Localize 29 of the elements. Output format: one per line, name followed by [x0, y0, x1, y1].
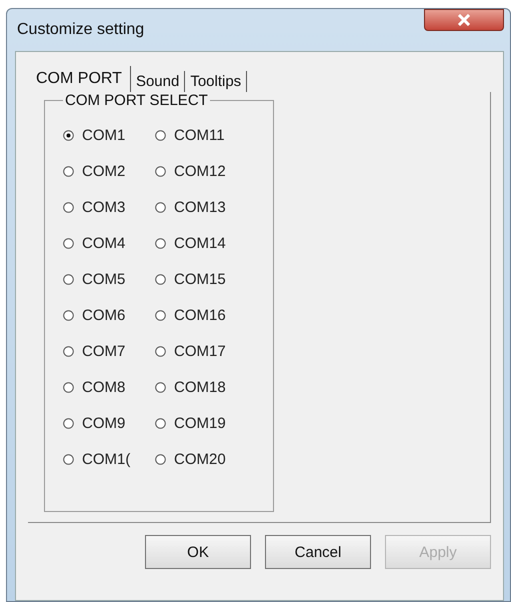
radio-button[interactable]: COM5	[63, 261, 155, 297]
tab[interactable]: Tooltips	[185, 71, 248, 92]
radio-button[interactable]: COM11	[155, 117, 255, 153]
radio-button[interactable]: COM1(	[63, 441, 155, 477]
radio-button[interactable]: COM17	[155, 333, 255, 369]
dialog-button[interactable]: OK	[145, 535, 251, 569]
radio-button[interactable]: COM8	[63, 369, 155, 405]
radio-button[interactable]: COM18	[155, 369, 255, 405]
close-icon	[457, 14, 471, 26]
radio-button[interactable]: COM1	[63, 117, 155, 153]
tab[interactable]: COM PORT	[28, 66, 131, 92]
radio-button[interactable]: COM9	[63, 405, 155, 441]
radio-button[interactable]: COM19	[155, 405, 255, 441]
radio-button[interactable]: COM4	[63, 225, 155, 261]
tab[interactable]: Sound	[130, 71, 186, 92]
radio-button[interactable]: COM15	[155, 261, 255, 297]
radio-button[interactable]: COM16	[155, 297, 255, 333]
radio-button[interactable]: COM6	[63, 297, 155, 333]
dialog-button[interactable]: Cancel	[265, 535, 371, 569]
radio-button[interactable]: COM3	[63, 189, 155, 225]
radio-button[interactable]: COM14	[155, 225, 255, 261]
radio-button[interactable]: COM2	[63, 153, 155, 189]
window-title: Customize setting	[17, 21, 144, 39]
radio-button[interactable]: COM7	[63, 333, 155, 369]
close-button[interactable]	[424, 9, 504, 31]
radio-button[interactable]: COM20	[155, 441, 255, 477]
radio-button[interactable]: COM12	[155, 153, 255, 189]
radio-button[interactable]: COM13	[155, 189, 255, 225]
group-title: COM PORT SELECT	[64, 92, 209, 109]
